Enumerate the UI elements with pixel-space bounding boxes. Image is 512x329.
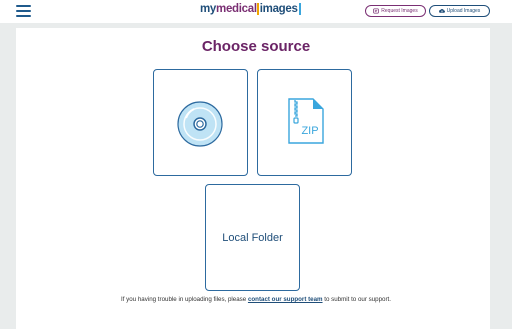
logo-text-images: images [256, 3, 301, 15]
local-folder-label: Local Folder [222, 231, 283, 244]
source-tile-cd[interactable] [153, 69, 248, 176]
request-images-label: Request Images [381, 8, 418, 14]
hamburger-menu-icon[interactable] [16, 4, 31, 17]
request-icon [373, 8, 380, 14]
cloud-upload-icon [438, 8, 445, 13]
zip-file-icon: ZIP [288, 98, 324, 144]
app-logo[interactable]: mymedical images [200, 3, 301, 15]
request-images-button[interactable]: Request Images [365, 5, 426, 17]
logo-text-medical: medical [216, 3, 257, 15]
source-tile-zip[interactable]: ZIP [257, 69, 352, 176]
upload-images-button[interactable]: Upload Images [429, 5, 490, 17]
support-help-text: If you having trouble in uploading files… [0, 296, 512, 303]
upload-images-label: Upload Images [446, 8, 481, 14]
zip-label: ZIP [301, 125, 318, 137]
help-suffix: to submit to our support. [322, 296, 391, 303]
top-bar: mymedical images Request Images Upload Im… [0, 0, 512, 23]
contact-support-link[interactable]: contact our support team [248, 296, 323, 303]
source-tile-local-folder[interactable]: Local Folder [205, 184, 300, 291]
logo-text-my: my [200, 3, 217, 15]
help-prefix: If you having trouble in uploading files… [121, 296, 248, 303]
page-title: Choose source [201, 38, 311, 55]
cd-icon [177, 101, 223, 147]
